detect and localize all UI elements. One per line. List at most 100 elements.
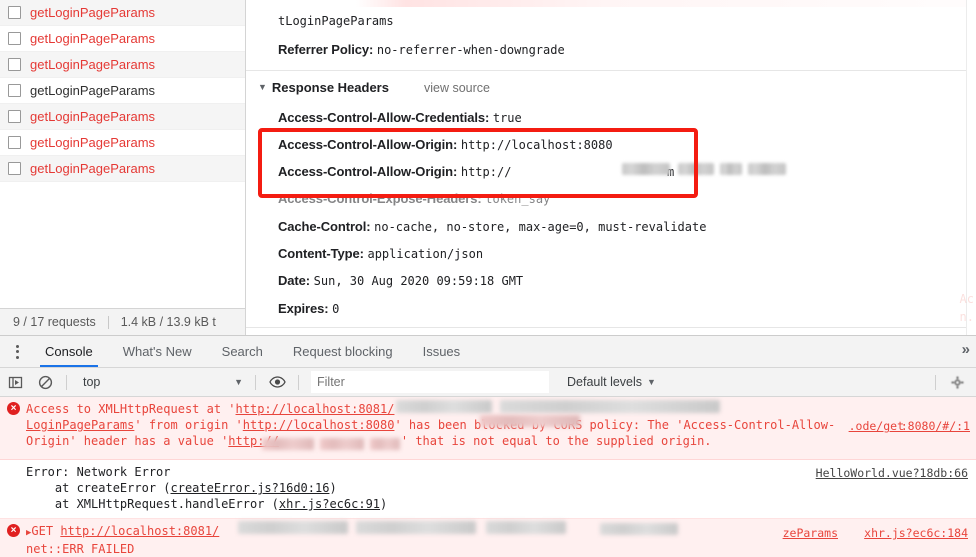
pane-top-highlight xyxy=(356,0,976,7)
console-source-link[interactable]: xhr.js?ec6c:184 xyxy=(864,525,968,541)
console-message-list: × Access to XMLHttpRequest at 'http://lo… xyxy=(0,397,976,557)
table-row[interactable]: getLoginPageParams xyxy=(0,130,245,156)
context-selector[interactable]: top ▼ xyxy=(73,375,249,389)
request-checkbox[interactable] xyxy=(8,84,21,97)
redaction-blob xyxy=(320,438,364,450)
cors-origin-url[interactable]: http://localhost:8080 xyxy=(243,418,395,432)
table-row[interactable]: getLoginPageParams xyxy=(0,0,245,26)
network-error-line3-end: ) xyxy=(380,497,388,511)
tab-console[interactable]: Console xyxy=(30,336,108,367)
failed-request-url[interactable]: http://localhost:8081/ xyxy=(60,524,219,538)
header-value: 0 xyxy=(332,302,340,316)
devtools-screenshot: getLoginPageParams getLoginPageParams ge… xyxy=(0,0,976,557)
header-key: Access-Control-Allow-Credentials: xyxy=(278,110,490,125)
request-checkbox[interactable] xyxy=(8,162,21,175)
table-row[interactable]: getLoginPageParams xyxy=(0,104,245,130)
console-message-cors-error[interactable]: × Access to XMLHttpRequest at 'http://lo… xyxy=(0,397,976,460)
header-value: no-cache, no-store, max-age=0, must-reva… xyxy=(374,220,707,234)
redaction-blob xyxy=(500,400,720,413)
request-checkbox[interactable] xyxy=(8,58,21,71)
redaction-blob xyxy=(262,438,314,450)
redaction-blob xyxy=(480,415,580,427)
toolbar-divider xyxy=(298,374,299,390)
tab-search[interactable]: Search xyxy=(207,336,278,367)
redaction-blob xyxy=(396,400,492,413)
settings-icon[interactable] xyxy=(942,368,972,396)
error-icon: × xyxy=(7,524,20,537)
net-err-failed: net::ERR FAILED xyxy=(26,542,135,556)
cors-msg-blocked: ' has been blocked by CORS policy: The '… xyxy=(394,418,836,432)
header-value: http:// xyxy=(460,165,512,179)
clear-console-icon[interactable] xyxy=(30,368,60,396)
request-name: getLoginPageParams xyxy=(30,31,156,46)
toolbar-divider xyxy=(255,374,256,390)
request-checkbox[interactable] xyxy=(8,32,21,45)
header-row-date: Date: Sun, 30 Aug 2020 09:59:18 GMT xyxy=(278,273,523,288)
header-row-acao-1: Access-Control-Allow-Origin: http://loca… xyxy=(278,137,613,152)
console-source-link[interactable]: .ode/get xyxy=(849,418,904,434)
cors-msg-suffix: ' that is not equal to the supplied orig… xyxy=(400,434,712,448)
request-url-tail: tLoginPageParams xyxy=(278,14,394,28)
execute-context-icon[interactable] xyxy=(0,368,30,396)
redaction-blob xyxy=(370,438,400,450)
cors-url-continued[interactable]: LoginPageParams xyxy=(26,418,134,432)
header-row-cache-control: Cache-Control: no-cache, no-store, max-a… xyxy=(278,219,706,234)
tab-request-blocking[interactable]: Request blocking xyxy=(278,336,408,367)
create-error-source-link[interactable]: createError.js?16d0:16 xyxy=(171,481,330,495)
filter-bar-right xyxy=(929,368,972,396)
status-divider xyxy=(107,315,109,329)
console-message-network-error[interactable]: Error: Network Error at createError (cre… xyxy=(0,460,976,519)
network-error-line1: Error: Network Error xyxy=(26,465,171,479)
request-checkbox[interactable] xyxy=(8,110,21,123)
cors-msg-prefix: Access to XMLHttpRequest at ' xyxy=(26,402,236,416)
request-name: getLoginPageParams xyxy=(30,135,156,150)
more-options-icon[interactable] xyxy=(4,336,30,367)
console-filter-bar: top ▼ Default levels ▼ xyxy=(0,368,976,397)
network-status-bar: 9 / 17 requests 1.4 kB / 13.9 kB t xyxy=(0,308,245,335)
cors-msg-origin-prefix: Origin' header has a value ' xyxy=(26,434,229,448)
table-row[interactable]: getLoginPageParams xyxy=(0,26,245,52)
redaction-blob xyxy=(238,521,348,534)
section-divider xyxy=(246,70,976,71)
cors-request-url[interactable]: http://localhost:8081/ xyxy=(236,402,395,416)
tab-whats-new[interactable]: What's New xyxy=(108,336,207,367)
filter-input[interactable] xyxy=(311,371,549,393)
header-key: Content-Type: xyxy=(278,246,364,261)
table-row[interactable]: getLoginPageParams xyxy=(0,52,245,78)
console-source-link[interactable]: HelloWorld.vue?18db:66 xyxy=(816,465,968,481)
table-row[interactable]: getLoginPageParams xyxy=(0,78,245,104)
ghost-text: Ac xyxy=(959,292,974,306)
ghost-text: n. xyxy=(959,310,974,324)
console-source-link[interactable]: zeParams xyxy=(783,525,838,541)
header-key: Access-Control-Expose-Headers: xyxy=(278,191,482,206)
referrer-policy-value: no-referrer-when-downgrade xyxy=(376,43,565,57)
referrer-policy-row: Referrer Policy: no-referrer-when-downgr… xyxy=(278,42,565,57)
xhr-source-link[interactable]: xhr.js?ec6c:91 xyxy=(279,497,380,511)
network-request-list: getLoginPageParams getLoginPageParams ge… xyxy=(0,0,245,182)
console-source-link[interactable]: :8080/#/:1 xyxy=(901,418,970,434)
header-key: Access-Control-Allow-Origin: xyxy=(278,164,458,179)
tab-issues[interactable]: Issues xyxy=(408,336,476,367)
request-checkbox[interactable] xyxy=(8,6,21,19)
toolbar-divider xyxy=(935,374,936,390)
request-checkbox[interactable] xyxy=(8,136,21,149)
redaction-blob xyxy=(356,521,476,534)
detail-scrollbar[interactable] xyxy=(967,0,976,335)
view-source-link[interactable]: view source xyxy=(424,81,490,95)
table-row[interactable]: getLoginPageParams xyxy=(0,156,245,182)
context-selector-value: top xyxy=(83,375,101,389)
log-level-selector[interactable]: Default levels ▼ xyxy=(567,375,656,389)
request-name: getLoginPageParams xyxy=(30,161,156,176)
live-expression-icon[interactable] xyxy=(262,368,292,396)
cors-msg-mid: ' from origin ' xyxy=(134,418,243,432)
console-message-get-failed[interactable]: × ▶GET http://localhost:8081/ net::ERR F… xyxy=(0,519,976,557)
network-error-line2-end: ) xyxy=(329,481,337,495)
response-headers-section-title[interactable]: ▼ Response Headers xyxy=(258,80,389,95)
close-drawer-icon[interactable]: » xyxy=(962,341,970,358)
chevron-down-icon: ▼ xyxy=(234,377,243,387)
request-name: getLoginPageParams xyxy=(30,109,156,124)
transferred-size: 1.4 kB / 13.9 kB t xyxy=(120,315,216,329)
redaction-blob xyxy=(600,523,678,535)
redaction-blob xyxy=(486,521,566,534)
header-value: application/json xyxy=(367,247,484,261)
